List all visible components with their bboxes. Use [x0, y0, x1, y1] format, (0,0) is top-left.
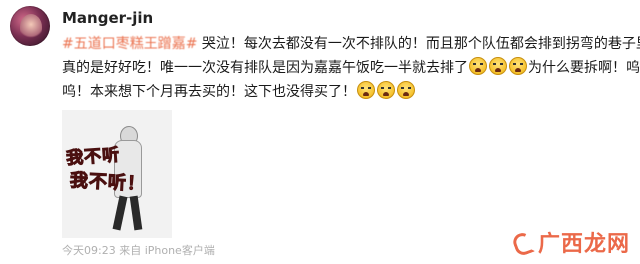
- post-text-line-1: #五道口枣糕王蹭嘉# 哭泣！每次去都没有一次不排队的！而且那个队伍都会排到拐弯的…: [62, 32, 640, 56]
- username-link[interactable]: Manger-jin: [62, 9, 153, 27]
- sticker-caption-2: 我不听！: [69, 170, 147, 196]
- topic-hashtag-link[interactable]: #五道口枣糕王蹭嘉#: [62, 36, 197, 52]
- post-text: #五道口枣糕王蹭嘉# 哭泣！每次去都没有一次不排队的！而且那个队伍都会排到拐弯的…: [62, 32, 640, 104]
- post-text-segment: 呜！本来想下个月再去买的！这下也没得买了！: [62, 84, 356, 100]
- crying-face-emoji-icon: [509, 57, 527, 75]
- sticker-figure-leg: [129, 195, 143, 231]
- crying-face-emoji-icon: [397, 81, 415, 99]
- sticker-caption-1: 我不听: [65, 145, 121, 170]
- crying-face-emoji-icon: [357, 81, 375, 99]
- post-text-segment: 哭泣！每次去都没有一次不排队的！而且那个队伍都会排到拐弯的巷子里！: [197, 36, 640, 52]
- post-text-line-2: 真的是好好吃！唯一一次没有排队是因为嘉嘉午饭吃一半就去排了 为什么要拆啊！呜呜: [62, 56, 640, 80]
- watermark-logo-icon: [512, 231, 534, 253]
- post-image-sticker[interactable]: 我不听 我不听！: [62, 110, 172, 238]
- watermark-text: 广西龙网: [537, 232, 630, 257]
- post-text-line-3: 呜！本来想下个月再去买的！这下也没得买了！: [62, 80, 632, 104]
- post-meta: 今天09:23 来自 iPhone客户端: [62, 244, 215, 257]
- post-text-segment: 真的是好好吃！唯一一次没有排队是因为嘉嘉午饭吃一半就去排了: [62, 60, 468, 76]
- sticker-figure-leg: [112, 195, 128, 231]
- crying-face-emoji-icon: [469, 57, 487, 75]
- crying-face-emoji-icon: [489, 57, 507, 75]
- watermark: 广西龙网: [512, 226, 630, 258]
- post-text-segment: 为什么要拆啊！呜呜: [528, 60, 640, 76]
- weibo-post-card: Manger-jin #五道口枣糕王蹭嘉# 哭泣！每次去都没有一次不排队的！而且…: [0, 0, 640, 264]
- user-avatar[interactable]: [10, 6, 50, 46]
- crying-face-emoji-icon: [377, 81, 395, 99]
